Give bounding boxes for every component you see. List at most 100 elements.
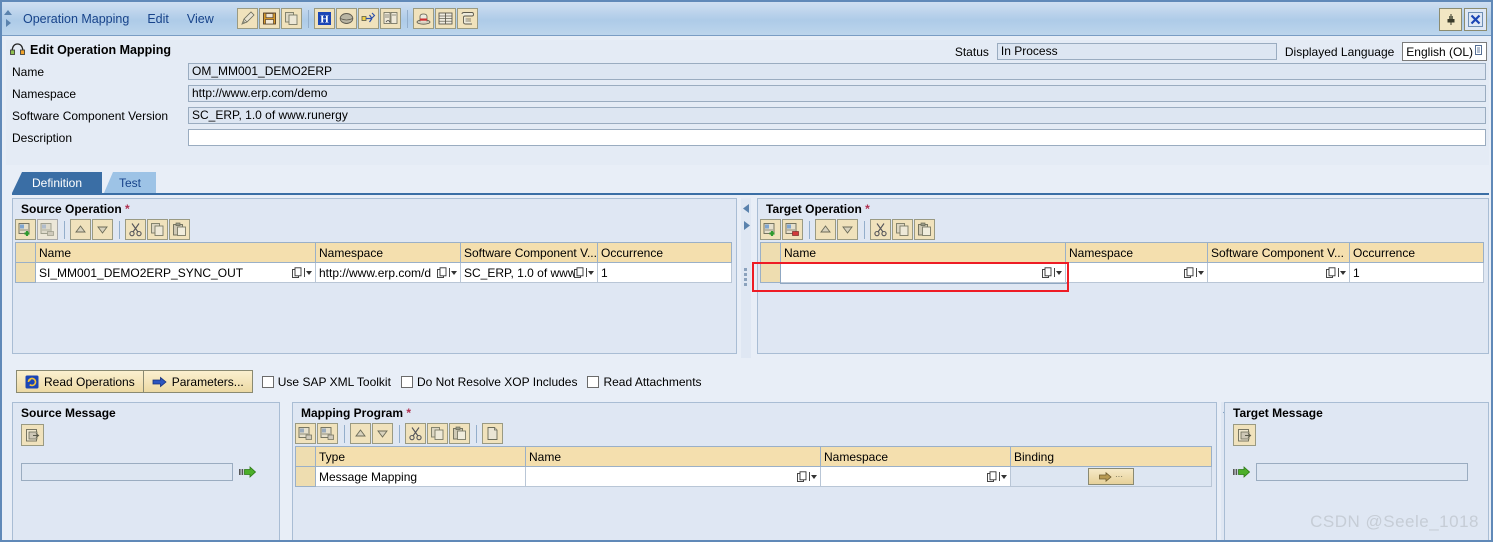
book-icon[interactable]: [335, 8, 357, 29]
insert-row-icon[interactable]: [760, 219, 781, 240]
scroll-icon[interactable]: [456, 8, 478, 29]
table-row[interactable]: SI_MM001_DEMO2ERP_SYNC_OUT http://www.er…: [15, 262, 732, 283]
delete-row-icon[interactable]: [317, 423, 338, 444]
tab-test[interactable]: Test: [104, 172, 156, 193]
new-document-icon[interactable]: [482, 423, 503, 444]
menu-view[interactable]: View: [178, 10, 223, 28]
menu-operation-mapping[interactable]: Operation Mapping: [14, 10, 138, 28]
insert-row-icon[interactable]: [15, 219, 36, 240]
namespace-field[interactable]: http://www.erp.com/demo: [188, 85, 1486, 102]
checkbox-use-sap-xml-toolkit[interactable]: Use SAP XML Toolkit: [261, 375, 391, 389]
name-field[interactable]: OM_MM001_DEMO2ERP: [188, 63, 1486, 80]
source-cell-occurrence[interactable]: 1: [597, 262, 732, 283]
mp-cell-name[interactable]: [525, 466, 821, 487]
move-down-icon[interactable]: [92, 219, 113, 240]
binding-arrow-icon[interactable]: ···: [1088, 468, 1134, 485]
mp-cell-namespace[interactable]: [820, 466, 1011, 487]
delete-row-icon[interactable]: [782, 219, 803, 240]
source-cell-scv[interactable]: SC_ERP, 1.0 of www: [460, 262, 598, 283]
target-cell-name[interactable]: [779, 261, 1067, 284]
description-field[interactable]: [188, 129, 1486, 146]
target-cell-occurrence[interactable]: 1: [1349, 262, 1484, 283]
splitter-grip[interactable]: [744, 268, 747, 286]
mp-row-selector[interactable]: [295, 466, 316, 487]
target-col-scv[interactable]: Software Component V...: [1207, 242, 1350, 263]
target-cell-namespace[interactable]: [1065, 262, 1208, 283]
value-help-icon[interactable]: [574, 266, 594, 279]
move-up-icon[interactable]: [70, 219, 91, 240]
paste-icon[interactable]: [449, 423, 470, 444]
source-col-scv[interactable]: Software Component V...: [460, 242, 598, 263]
mp-cell-type[interactable]: Message Mapping: [315, 466, 526, 487]
move-up-icon[interactable]: [350, 423, 371, 444]
parameters-button[interactable]: Parameters...: [142, 370, 253, 393]
read-operations-button[interactable]: Read Operations: [16, 370, 144, 393]
open-document-icon[interactable]: [1233, 424, 1256, 446]
navigate-arrow-icon[interactable]: [239, 466, 256, 478]
edit-pencil-icon[interactable]: [236, 8, 258, 29]
source-col-occurrence[interactable]: Occurrence: [597, 242, 732, 263]
navigate-arrow-icon[interactable]: [1233, 466, 1250, 478]
pin-icon[interactable]: [1439, 8, 1462, 31]
checkbox-box[interactable]: [261, 375, 274, 388]
tab-definition[interactable]: Definition: [12, 172, 102, 193]
hat-icon[interactable]: [412, 8, 434, 29]
paste-icon[interactable]: [169, 219, 190, 240]
checkbox-box[interactable]: [400, 375, 413, 388]
checkbox-read-attachments[interactable]: Read Attachments: [587, 375, 702, 389]
value-help-icon[interactable]: [1184, 266, 1204, 279]
target-col-name[interactable]: Name: [780, 242, 1066, 263]
table-row[interactable]: Message Mapping ···: [295, 466, 1212, 487]
move-up-icon[interactable]: [815, 219, 836, 240]
value-help-icon[interactable]: [437, 266, 457, 279]
close-icon[interactable]: [1464, 8, 1487, 31]
paste-icon[interactable]: [914, 219, 935, 240]
value-help-icon[interactable]: [1042, 266, 1062, 279]
table-row[interactable]: 1: [760, 261, 1484, 284]
mp-col-name[interactable]: Name: [525, 446, 821, 467]
checkbox-box[interactable]: [587, 375, 600, 388]
collapse-right-icon[interactable]: [743, 219, 750, 233]
cut-icon[interactable]: [405, 423, 426, 444]
displayed-language-select[interactable]: English (OL): [1402, 42, 1487, 61]
copy-icon[interactable]: [892, 219, 913, 240]
mp-col-namespace[interactable]: Namespace: [820, 446, 1011, 467]
target-message-field[interactable]: [1256, 463, 1468, 481]
table-icon[interactable]: [434, 8, 456, 29]
mp-col-binding[interactable]: Binding: [1010, 446, 1212, 467]
target-col-namespace[interactable]: Namespace: [1065, 242, 1208, 263]
move-down-icon[interactable]: [837, 219, 858, 240]
splitter-collapse-arrows[interactable]: [741, 198, 751, 233]
target-row-selector[interactable]: [760, 262, 781, 283]
target-col-occurrence[interactable]: Occurrence: [1349, 242, 1484, 263]
collapse-left-icon[interactable]: [742, 202, 750, 216]
insert-row-icon[interactable]: [295, 423, 316, 444]
open-document-icon[interactable]: [21, 424, 44, 446]
network-arrows-icon[interactable]: [357, 8, 379, 29]
menu-scroll-grip[interactable]: [2, 2, 14, 36]
info-icon[interactable]: H: [313, 8, 335, 29]
checkbox-do-not-resolve-xop-includes[interactable]: Do Not Resolve XOP Includes: [400, 375, 577, 389]
source-message-field[interactable]: [21, 463, 233, 481]
delete-row-icon[interactable]: [37, 219, 58, 240]
software-component-version-field[interactable]: SC_ERP, 1.0 of www.runergy: [188, 107, 1486, 124]
panel-splitter[interactable]: [741, 198, 751, 358]
target-cell-scv[interactable]: [1207, 262, 1350, 283]
value-help-icon[interactable]: [1326, 266, 1346, 279]
copy-icon[interactable]: [280, 8, 302, 29]
menu-edit[interactable]: Edit: [138, 10, 178, 28]
mp-col-type[interactable]: Type: [315, 446, 526, 467]
cut-icon[interactable]: [870, 219, 891, 240]
move-down-icon[interactable]: [372, 423, 393, 444]
compare-icon[interactable]: [379, 8, 401, 29]
value-help-icon[interactable]: [292, 266, 312, 279]
source-cell-name[interactable]: SI_MM001_DEMO2ERP_SYNC_OUT: [35, 262, 316, 283]
source-col-name[interactable]: Name: [35, 242, 316, 263]
source-col-namespace[interactable]: Namespace: [315, 242, 461, 263]
copy-icon[interactable]: [427, 423, 448, 444]
source-cell-namespace[interactable]: http://www.erp.com/d: [315, 262, 461, 283]
value-help-icon[interactable]: [987, 470, 1007, 483]
cut-icon[interactable]: [125, 219, 146, 240]
source-row-selector[interactable]: [15, 262, 36, 283]
save-floppy-icon[interactable]: [258, 8, 280, 29]
